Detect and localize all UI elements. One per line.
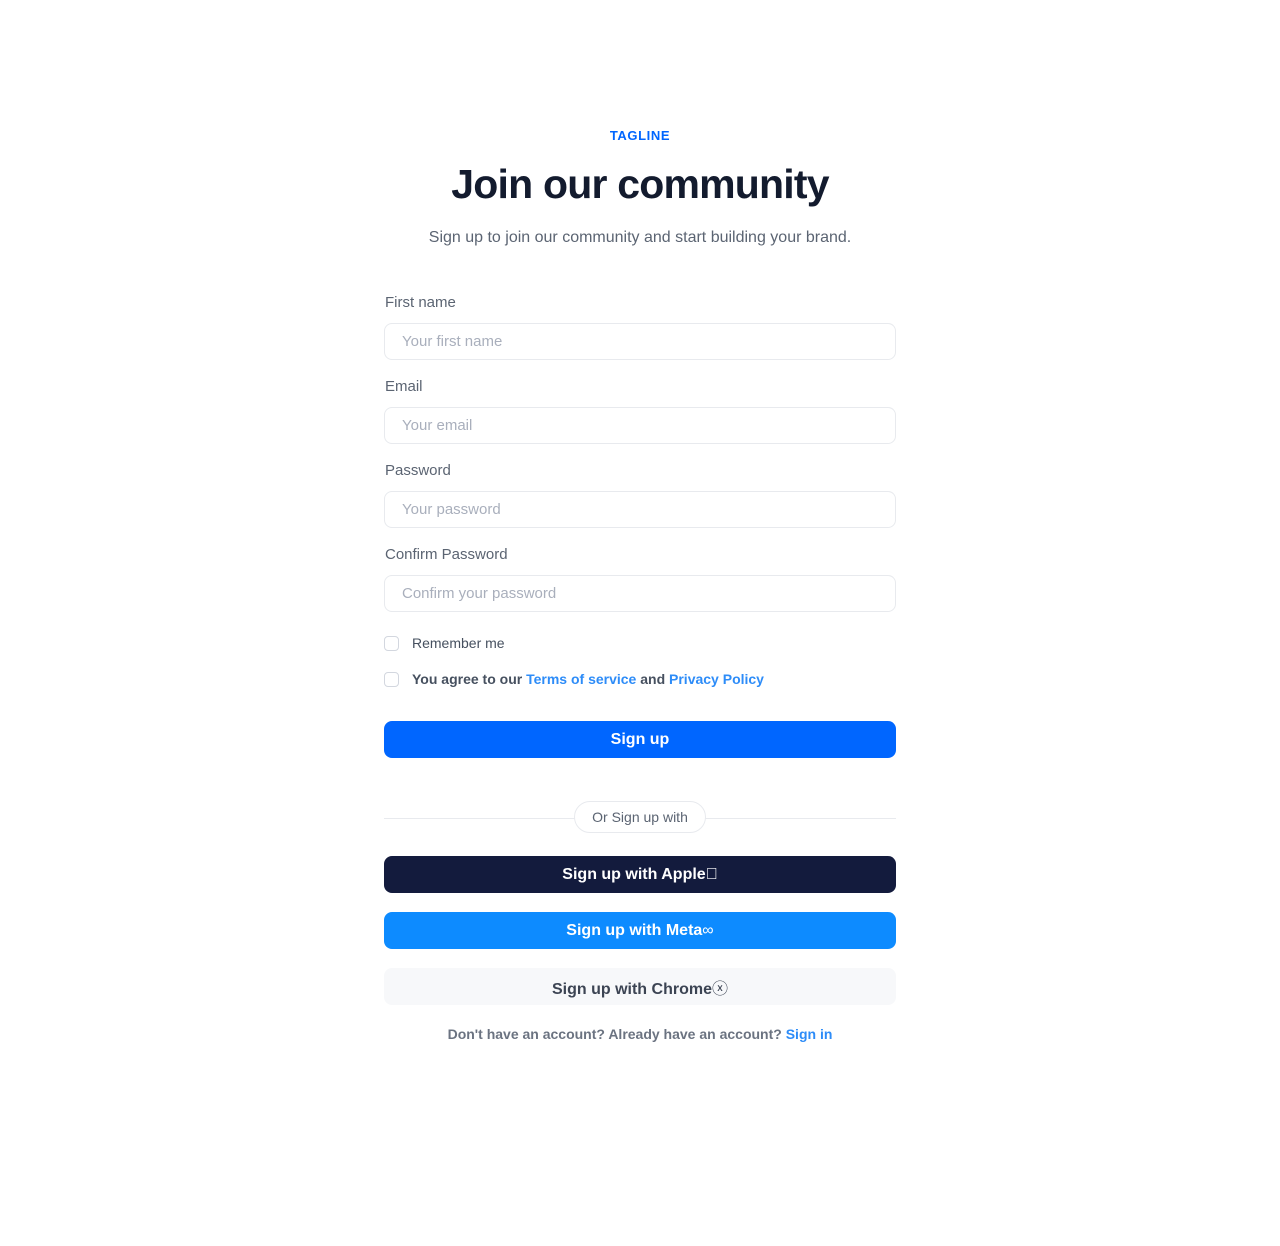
signup-page: TAGLINE Join our community Sign up to jo… bbox=[0, 0, 1280, 1246]
signup-with-chrome-button[interactable]: Sign up with Chromeⓧ bbox=[384, 968, 896, 1005]
page-title: Join our community bbox=[451, 161, 829, 207]
signup-button[interactable]: Sign up bbox=[384, 721, 896, 758]
remember-me-label: Remember me bbox=[412, 635, 505, 651]
first-name-input[interactable] bbox=[384, 323, 896, 360]
signup-card: TAGLINE Join our community Sign up to jo… bbox=[384, 0, 896, 1246]
meta-icon: ∞ bbox=[702, 921, 714, 939]
email-label: Email bbox=[385, 378, 423, 395]
remember-me-checkbox[interactable] bbox=[384, 635, 399, 651]
confirm-password-input[interactable] bbox=[384, 575, 896, 612]
meta-button-label: Sign up with Meta bbox=[566, 921, 703, 939]
chrome-icon: ⓧ bbox=[711, 980, 728, 998]
chrome-button-label: Sign up with Chrome bbox=[551, 980, 712, 998]
signup-with-meta-button[interactable]: Sign up with Meta∞ bbox=[384, 912, 896, 949]
field-password: Password bbox=[384, 460, 896, 528]
password-label: Password bbox=[385, 462, 451, 479]
divider-label: Or Sign up with bbox=[574, 801, 706, 833]
footer-text: Don't have an account? Already have an a… bbox=[447, 1026, 786, 1042]
apple-icon:  bbox=[706, 866, 718, 883]
page-subtitle: Sign up to join our community and start … bbox=[428, 229, 852, 246]
remember-me-row: Remember me bbox=[384, 633, 896, 653]
terms-of-service-link[interactable]: Terms of service bbox=[526, 671, 636, 687]
terms-conjunction: and bbox=[636, 671, 670, 687]
apple-button-label: Sign up with Apple bbox=[562, 865, 706, 883]
signup-with-apple-button[interactable]: Sign up with Apple bbox=[384, 856, 896, 893]
terms-row: You agree to our Terms of service and Pr… bbox=[384, 669, 896, 689]
field-email: Email bbox=[384, 376, 896, 444]
terms-label: You agree to our Terms of service and Pr… bbox=[412, 669, 764, 689]
confirm-password-label: Confirm Password bbox=[385, 546, 508, 563]
footer: Don't have an account? Already have an a… bbox=[384, 1024, 896, 1044]
first-name-label: First name bbox=[385, 294, 456, 311]
privacy-policy-link[interactable]: Privacy Policy bbox=[669, 671, 764, 687]
divider: Or Sign up with bbox=[384, 801, 896, 833]
terms-checkbox[interactable] bbox=[384, 671, 399, 687]
password-input[interactable] bbox=[384, 491, 896, 528]
sign-in-link[interactable]: Sign in bbox=[786, 1026, 833, 1042]
tagline: TAGLINE bbox=[609, 128, 671, 143]
email-input[interactable] bbox=[384, 407, 896, 444]
terms-prefix: You agree to our bbox=[412, 671, 527, 687]
field-confirm-password: Confirm Password bbox=[384, 544, 896, 612]
field-first-name: First name bbox=[384, 292, 896, 360]
